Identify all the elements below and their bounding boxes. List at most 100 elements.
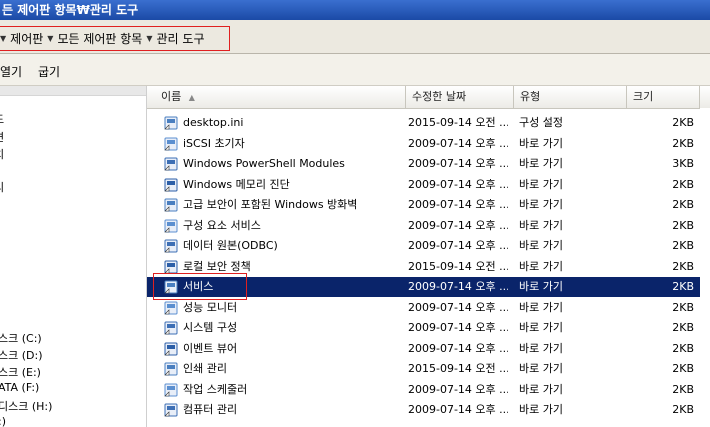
file-row[interactable]: 성능 모니터 2009-07-14 오후 ... 바로 가기 2KB [147, 298, 710, 318]
settings-file-icon [164, 116, 178, 130]
file-type: 바로 가기 [519, 177, 563, 191]
column-name[interactable]: 이름 ▲ [155, 86, 406, 108]
nav-drive-h[interactable]: 디스크 (H:) [0, 398, 52, 414]
address-highlight [0, 26, 230, 51]
column-header: 이름 ▲ 수정한 날짜 유형 크기 [147, 86, 710, 109]
file-type: 바로 가기 [519, 321, 563, 334]
file-name: 컴퓨터 관리 [183, 403, 238, 416]
nav-item[interactable]: 면 [0, 129, 4, 145]
print-management-icon [164, 362, 178, 376]
open-button[interactable]: 열기 [0, 63, 22, 80]
file-name: 구성 요소 서비스 [183, 218, 261, 232]
file-date: 2009-07-14 오후 ... [408, 218, 508, 232]
file-date: 2015-09-14 오전 ... [408, 259, 508, 273]
event-viewer-icon [164, 342, 178, 356]
file-size: 2KB [672, 382, 694, 396]
file-size: 2KB [672, 280, 694, 293]
firewall-icon [164, 198, 178, 212]
selection-highlight [153, 273, 247, 300]
file-size: 2KB [672, 136, 694, 150]
file-type: 바로 가기 [519, 198, 563, 211]
column-type[interactable]: 유형 [514, 86, 627, 108]
column-date[interactable]: 수정한 날짜 [406, 86, 514, 108]
column-size-label: 크기 [633, 90, 654, 103]
file-type: 바로 가기 [519, 280, 563, 293]
file-name: Windows 메모리 진단 [183, 177, 290, 191]
file-date: 2009-07-14 오후 ... [408, 341, 508, 355]
file-size: 2KB [672, 362, 694, 375]
file-size: 2KB [672, 341, 694, 355]
file-date: 2009-07-14 오후 ... [408, 157, 508, 170]
file-row[interactable]: desktop.ini 2015-09-14 오전 ... 구성 설정 2KB [147, 113, 710, 133]
title-bar: 든 제어판 항목₩관리 도구 [0, 0, 710, 20]
file-name: 성능 모니터 [183, 300, 238, 314]
burn-button[interactable]: 굽기 [38, 63, 60, 80]
file-name: 데이터 원본(ODBC) [183, 239, 278, 252]
file-type: 바로 가기 [519, 341, 563, 355]
column-size[interactable]: 크기 [627, 86, 700, 108]
nav-drive-c[interactable]: 스크 (C:) [0, 330, 42, 346]
file-row[interactable]: 시스템 구성 2009-07-14 오후 ... 바로 가기 2KB [147, 318, 710, 338]
nav-drive-e[interactable]: 스크 (E:) [0, 364, 41, 380]
column-name-label: 이름 [161, 90, 182, 103]
file-size: 3KB [672, 157, 694, 170]
file-size: 2KB [672, 198, 694, 211]
component-services-icon [164, 219, 178, 233]
file-row[interactable]: iSCSI 초기자 2009-07-14 오후 ... 바로 가기 2KB [147, 134, 710, 154]
file-date: 2015-09-14 오전 ... [408, 116, 508, 129]
nav-item[interactable]: 드 [0, 111, 4, 127]
file-row[interactable]: 이벤트 뷰어 2009-07-14 오후 ... 바로 가기 2KB [147, 339, 710, 359]
file-size: 2KB [672, 321, 694, 334]
nav-drive-f[interactable]: ATA (F:) [0, 381, 39, 394]
computer-management-icon [164, 403, 178, 417]
security-policy-icon [164, 260, 178, 274]
file-size: 2KB [672, 239, 694, 252]
file-date: 2015-09-14 오전 ... [408, 362, 508, 375]
file-name: iSCSI 초기자 [183, 136, 245, 150]
file-date: 2009-07-14 오후 ... [408, 321, 508, 334]
file-name: 인쇄 관리 [183, 362, 227, 375]
file-type: 구성 설정 [519, 116, 563, 129]
file-size: 2KB [672, 403, 694, 416]
file-date: 2009-07-14 오후 ... [408, 280, 508, 293]
powershell-icon [164, 157, 178, 171]
sort-ascending-icon: ▲ [188, 93, 195, 102]
nav-item[interactable]: 리 [0, 179, 4, 195]
column-type-label: 유형 [520, 90, 541, 103]
file-type: 바로 가기 [519, 403, 563, 416]
file-row[interactable]: 구성 요소 서비스 2009-07-14 오후 ... 바로 가기 2KB [147, 216, 710, 236]
window-title: 든 제어판 항목₩관리 도구 [2, 3, 139, 17]
file-size: 2KB [672, 259, 694, 273]
file-name: 시스템 구성 [183, 321, 238, 334]
file-type: 바로 가기 [519, 259, 563, 273]
memory-diagnostic-icon [164, 178, 178, 192]
column-date-label: 수정한 날짜 [412, 90, 467, 103]
file-row[interactable]: 작업 스케줄러 2009-07-14 오후 ... 바로 가기 2KB [147, 380, 710, 400]
odbc-icon [164, 239, 178, 253]
file-name: 작업 스케줄러 [183, 382, 248, 396]
file-row[interactable]: 컴퓨터 관리 2009-07-14 오후 ... 바로 가기 2KB [147, 400, 710, 420]
scrollbar-area[interactable] [700, 108, 710, 427]
file-type: 바로 가기 [519, 157, 563, 170]
file-type: 바로 가기 [519, 362, 563, 375]
nav-item[interactable]: 치 [0, 146, 4, 162]
file-row[interactable]: Windows 메모리 진단 2009-07-14 오후 ... 바로 가기 2KB [147, 175, 710, 195]
nav-drive-d[interactable]: 스크 (D:) [0, 347, 43, 363]
file-size: 2KB [672, 300, 694, 314]
file-type: 바로 가기 [519, 218, 563, 232]
file-row[interactable]: Windows PowerShell Modules 2009-07-14 오후 … [147, 154, 710, 174]
address-bar[interactable]: ▼ 제어판 ▼ 모든 제어판 항목 ▼ 관리 도구 [0, 20, 710, 54]
file-date: 2009-07-14 오후 ... [408, 177, 508, 191]
file-name: 이벤트 뷰어 [183, 341, 238, 355]
nav-pane-header [0, 86, 146, 96]
system-config-icon [164, 321, 178, 335]
file-size: 2KB [672, 218, 694, 232]
file-type: 바로 가기 [519, 382, 563, 396]
nav-drive[interactable]: :) [0, 415, 6, 427]
file-row[interactable]: 데이터 원본(ODBC) 2009-07-14 오후 ... 바로 가기 2KB [147, 236, 710, 256]
file-row[interactable]: 인쇄 관리 2015-09-14 오전 ... 바로 가기 2KB [147, 359, 710, 379]
navigation-pane[interactable]: 드 면 치 리 스크 (C:) 스크 (D:) 스크 (E:) ATA (F:)… [0, 86, 147, 427]
file-date: 2009-07-14 오후 ... [408, 300, 508, 314]
file-size: 2KB [672, 177, 694, 191]
file-row[interactable]: 고급 보안이 포함된 Windows 방화벽 2009-07-14 오후 ... 바… [147, 195, 710, 215]
